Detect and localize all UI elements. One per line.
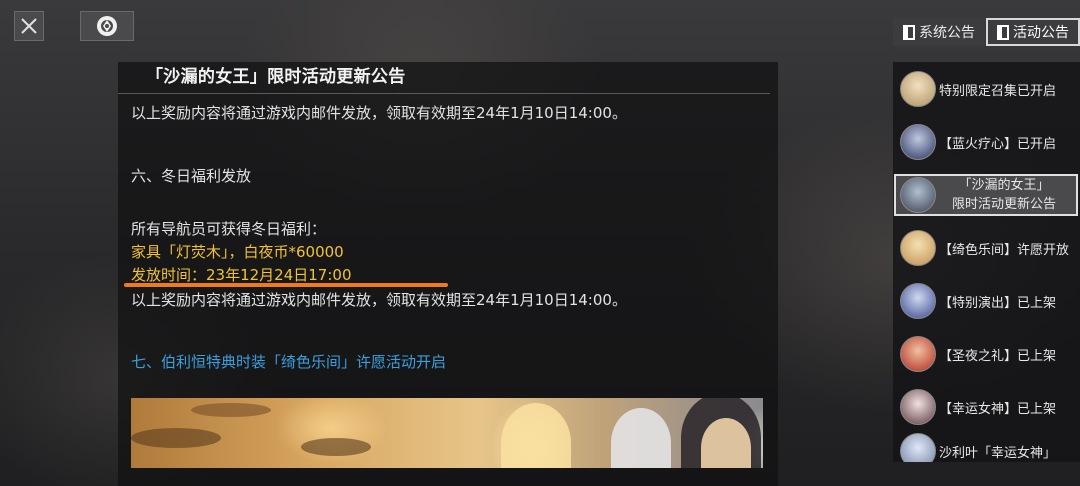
character-avatar [900,177,936,213]
list-item-selected[interactable]: 「沙漏的女王」 限时活动更新公告 [894,174,1078,216]
game-logo-icon [97,16,117,36]
character-avatar [900,124,936,160]
event-banner-image [131,398,763,468]
announcement-list[interactable]: 特别限定召集已开启 【蓝火疗心】已开启 「沙漏的女王」 限时活动更新公告 【绮色乐… [893,62,1080,462]
list-item[interactable]: 特别限定召集已开启 [893,64,1080,114]
list-item[interactable]: 【绮色乐间】许愿开放 [893,223,1080,273]
release-time-text: 发放时间：23年12月24日17:00 [131,266,352,284]
list-item[interactable]: 【圣夜之礼】已上架 [893,329,1080,379]
announcement-title: 「沙漏的女王」限时活动更新公告 [146,67,406,87]
title-divider [118,93,770,94]
benefit-intro-text: 所有导航员可获得冬日福利： [131,220,327,238]
reward-notice-text: 以上奖励内容将通过游戏内邮件发放，领取有效期至24年1月10日14:00。 [131,104,627,122]
character-avatar [900,336,936,372]
section-6-heading: 六、冬日福利发放 [131,167,252,185]
tab-activity-label: 活动公告 [1013,25,1069,41]
reward-notice-text-2: 以上奖励内容将通过游戏内邮件发放，领取有效期至24年1月10日14:00。 [131,291,627,309]
character-avatar [900,283,936,319]
list-item[interactable]: 【蓝火疗心】已开启 [893,117,1080,167]
section-7-heading: 七、伯利恒特典时装「绮色乐间」许愿活动开启 [131,353,447,371]
character-avatar [900,433,936,462]
tab-system-label: 系统公告 [919,25,975,41]
list-item[interactable]: 【特别演出】已上架 [893,276,1080,326]
orange-underline-mark [124,283,448,287]
tab-activity-announcements[interactable]: 活动公告 [986,18,1080,46]
character-avatar [900,230,936,266]
book-icon [903,24,915,40]
benefit-items-text: 家具「灯荧木」，白夜币*60000 [131,243,344,261]
close-button[interactable] [14,11,44,41]
tab-system-announcements[interactable]: 系统公告 [893,18,985,46]
list-item[interactable]: 【幸运女神】已上架 [893,382,1080,432]
close-icon [21,18,37,34]
book-icon [997,24,1009,40]
list-item[interactable]: 沙利叶「幸运女神」 [893,426,1080,462]
character-avatar [900,389,936,425]
character-avatar [900,71,936,107]
game-logo-button[interactable] [80,11,134,41]
